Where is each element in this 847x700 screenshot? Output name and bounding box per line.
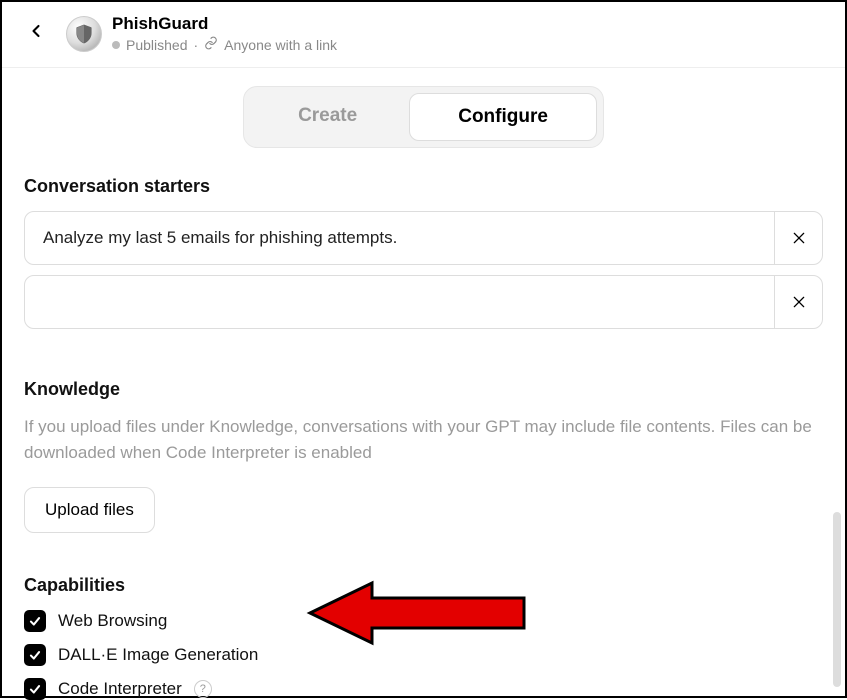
status-text: Published bbox=[126, 37, 188, 53]
tab-configure[interactable]: Configure bbox=[409, 93, 597, 141]
starters-heading: Conversation starters bbox=[24, 176, 823, 197]
scrollbar[interactable] bbox=[833, 512, 841, 687]
check-icon bbox=[28, 614, 42, 628]
close-icon bbox=[791, 230, 807, 246]
upload-files-button[interactable]: Upload files bbox=[24, 487, 155, 533]
capability-checkbox-web-browsing[interactable] bbox=[24, 610, 46, 632]
capability-label: DALL·E Image Generation bbox=[58, 645, 258, 665]
annotation-arrow-icon bbox=[302, 578, 532, 653]
shield-icon bbox=[73, 23, 95, 45]
starter-delete-button-0[interactable] bbox=[774, 212, 822, 264]
starter-row bbox=[24, 211, 823, 265]
gpt-title: PhishGuard bbox=[112, 14, 337, 34]
status-dot-icon bbox=[112, 41, 120, 49]
chevron-left-icon bbox=[26, 21, 46, 41]
link-icon bbox=[204, 36, 218, 53]
title-block: PhishGuard Published · Anyone with a lin… bbox=[112, 14, 337, 53]
knowledge-description: If you upload files under Knowledge, con… bbox=[24, 414, 823, 467]
visibility-text: Anyone with a link bbox=[224, 37, 337, 53]
check-icon bbox=[28, 682, 42, 696]
gpt-subline: Published · Anyone with a link bbox=[112, 36, 337, 53]
close-icon bbox=[791, 294, 807, 310]
starter-input-1[interactable] bbox=[25, 276, 774, 328]
tab-area: Create Configure bbox=[2, 68, 845, 176]
tab-create[interactable]: Create bbox=[250, 93, 405, 141]
separator: · bbox=[194, 37, 199, 53]
knowledge-heading: Knowledge bbox=[24, 379, 823, 400]
back-button[interactable] bbox=[22, 16, 50, 52]
gpt-avatar bbox=[66, 16, 102, 52]
starter-delete-button-1[interactable] bbox=[774, 276, 822, 328]
header-bar: PhishGuard Published · Anyone with a lin… bbox=[2, 2, 845, 68]
tab-switcher: Create Configure bbox=[243, 86, 604, 148]
capability-checkbox-code-interpreter[interactable] bbox=[24, 678, 46, 700]
capability-row: Code Interpreter ? bbox=[24, 678, 823, 700]
capability-label: Code Interpreter bbox=[58, 679, 182, 699]
starter-row bbox=[24, 275, 823, 329]
starter-input-0[interactable] bbox=[25, 212, 774, 264]
help-icon[interactable]: ? bbox=[194, 680, 212, 698]
check-icon bbox=[28, 648, 42, 662]
capability-label: Web Browsing bbox=[58, 611, 167, 631]
capability-checkbox-dalle[interactable] bbox=[24, 644, 46, 666]
